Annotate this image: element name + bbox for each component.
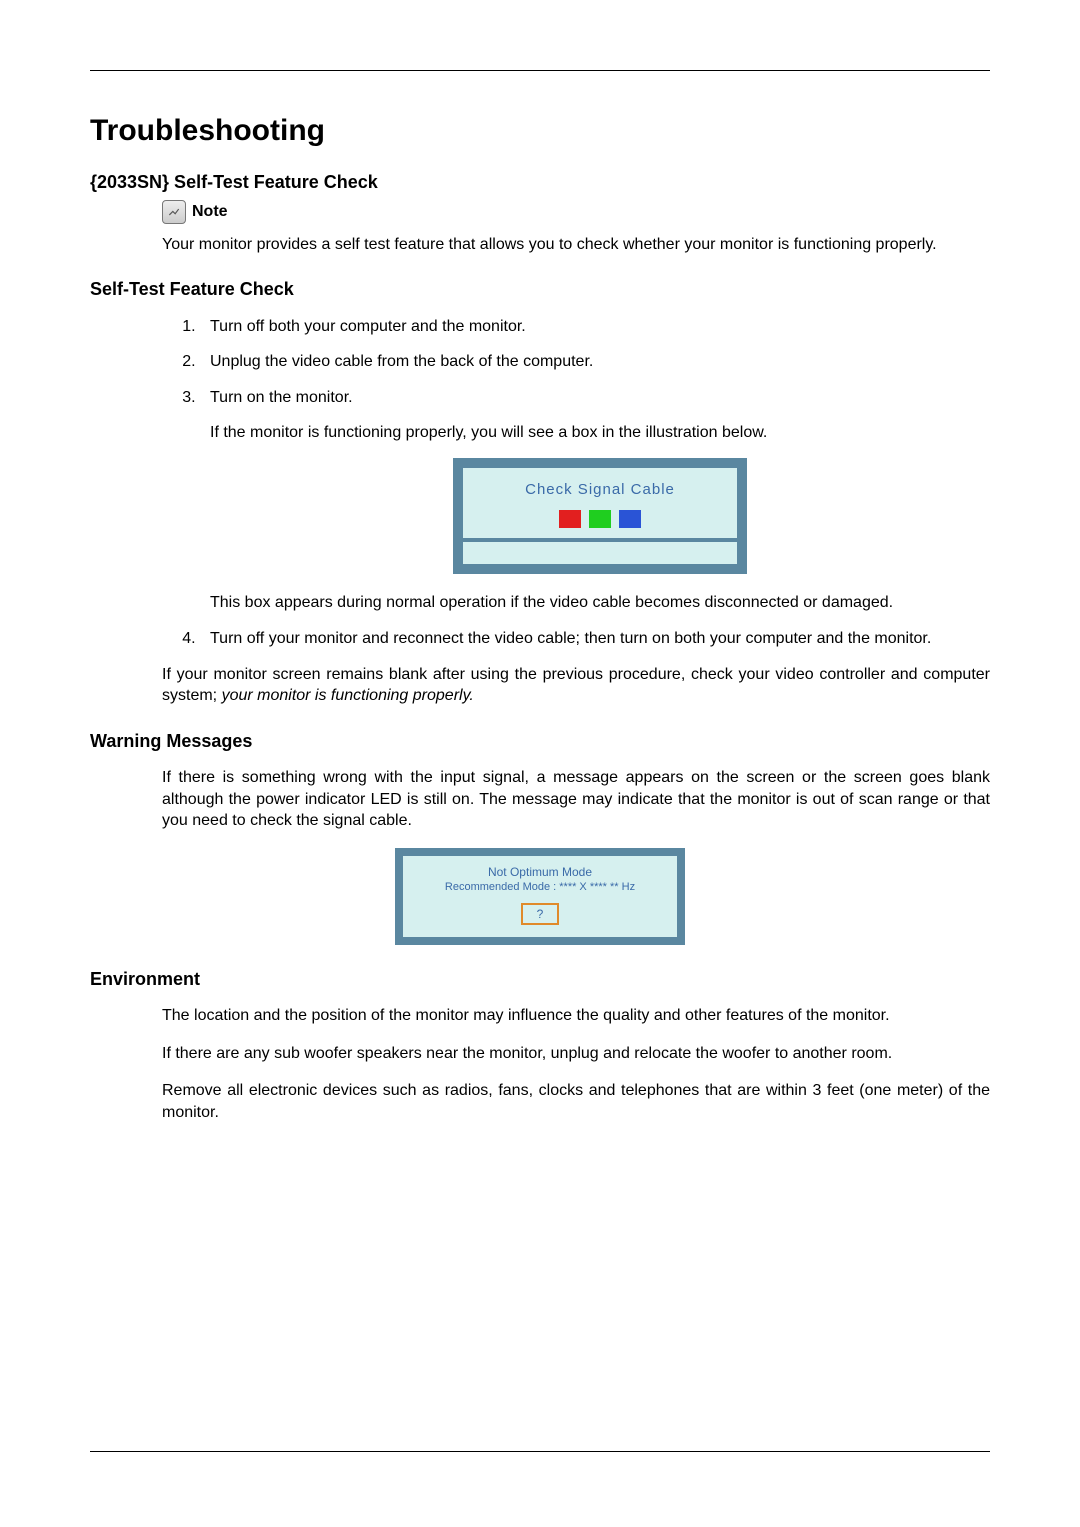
warning-text: If there is something wrong with the inp…: [162, 767, 990, 832]
list-item: Unplug the video cable from the back of …: [200, 351, 990, 373]
osd-title: Check Signal Cable: [471, 480, 729, 500]
swatch-green-icon: [589, 510, 611, 528]
osd-color-swatches: [471, 510, 729, 528]
step-text: Turn off your monitor and reconnect the …: [210, 628, 990, 650]
osd-box: Check Signal Cable: [453, 458, 747, 574]
step-text: If the monitor is functioning properly, …: [210, 422, 990, 444]
note-block: Note: [162, 200, 990, 224]
list-item: Turn on the monitor. If the monitor is f…: [200, 387, 990, 614]
step-text: This box appears during normal operation…: [210, 592, 990, 614]
top-rule: [90, 70, 990, 71]
note-text: Your monitor provides a self test featur…: [162, 234, 990, 256]
list-item: Turn off both your computer and the moni…: [200, 316, 990, 338]
section-warning-messages: Warning Messages: [90, 729, 990, 753]
environment-text: If there are any sub woofer speakers nea…: [162, 1043, 990, 1065]
bottom-rule: [90, 1451, 990, 1452]
steps-list: Turn off both your computer and the moni…: [90, 316, 990, 650]
swatch-red-icon: [559, 510, 581, 528]
list-item: Turn off your monitor and reconnect the …: [200, 628, 990, 650]
section-self-test-model: {2033SN} Self-Test Feature Check: [90, 170, 990, 194]
osd-line1: Not Optimum Mode: [409, 864, 671, 880]
swatch-blue-icon: [619, 510, 641, 528]
osd-divider: [463, 538, 737, 542]
osd-line2: Recommended Mode : **** X **** ** Hz: [409, 880, 671, 895]
note-icon: [162, 200, 186, 224]
environment-text: Remove all electronic devices such as ra…: [162, 1080, 990, 1123]
environment-text: The location and the position of the mon…: [162, 1005, 990, 1027]
italic-text: your monitor is functioning properly.: [222, 687, 474, 704]
section-self-test-check: Self-Test Feature Check: [90, 277, 990, 301]
page-title: Troubleshooting: [90, 111, 990, 152]
osd-box: Not Optimum Mode Recommended Mode : ****…: [395, 848, 685, 945]
after-steps-text: If your monitor screen remains blank aft…: [162, 664, 990, 707]
osd-help-button: ?: [521, 903, 560, 925]
osd-check-signal-figure: Check Signal Cable: [210, 458, 990, 574]
section-environment: Environment: [90, 967, 990, 991]
step-text: Unplug the video cable from the back of …: [210, 351, 990, 373]
step-text: Turn on the monitor.: [210, 387, 990, 409]
note-label: Note: [192, 201, 228, 223]
osd-not-optimum-figure: Not Optimum Mode Recommended Mode : ****…: [90, 848, 990, 945]
step-text: Turn off both your computer and the moni…: [210, 316, 990, 338]
